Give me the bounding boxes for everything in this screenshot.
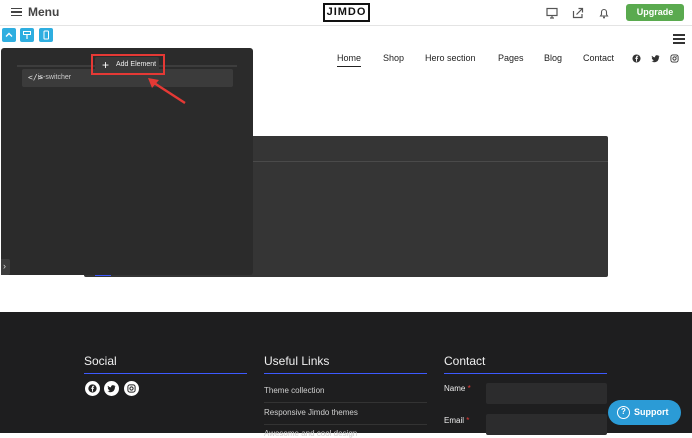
email-label: Email * bbox=[444, 416, 470, 425]
menu-label: Menu bbox=[28, 5, 60, 19]
highlight-box bbox=[91, 54, 165, 75]
support-button[interactable]: ? Support bbox=[608, 400, 681, 425]
footer-divider bbox=[84, 373, 247, 374]
mobile-icon bbox=[43, 30, 49, 40]
collapse-toolbar-button[interactable] bbox=[2, 28, 16, 42]
paint-roller-icon bbox=[23, 31, 31, 39]
site-footer: Social Useful Links Theme collection Res… bbox=[0, 312, 692, 438]
help-icon: ? bbox=[617, 406, 630, 419]
panel-expand-handle[interactable]: › bbox=[1, 259, 10, 275]
footer-twitter-icon[interactable] bbox=[104, 381, 119, 396]
footer-link-theme-collection[interactable]: Theme collection bbox=[264, 386, 324, 395]
upgrade-button[interactable]: Upgrade bbox=[626, 4, 684, 21]
nav-contact[interactable]: Contact bbox=[583, 53, 614, 63]
link-separator bbox=[264, 424, 427, 425]
menu-button[interactable]: Menu bbox=[11, 5, 59, 19]
nav-blog[interactable]: Blog bbox=[544, 53, 562, 63]
support-label: Support bbox=[634, 407, 669, 417]
link-separator bbox=[264, 402, 427, 403]
nav-pages[interactable]: Pages bbox=[498, 53, 524, 63]
footer-social-heading: Social bbox=[84, 354, 117, 368]
element-panel: </> is-switcher + Add Element › bbox=[1, 48, 253, 275]
footer-links-heading: Useful Links bbox=[264, 354, 330, 368]
mobile-view-button[interactable] bbox=[39, 28, 53, 42]
jimdo-logo[interactable]: JIMDO bbox=[323, 3, 370, 22]
name-label: Name * bbox=[444, 384, 471, 393]
nav-shop[interactable]: Shop bbox=[383, 53, 404, 63]
footer-contact-heading: Contact bbox=[444, 354, 486, 368]
instagram-icon[interactable] bbox=[670, 54, 679, 63]
nav-hero-section[interactable]: Hero section bbox=[425, 53, 476, 63]
element-name: is-switcher bbox=[38, 74, 72, 81]
facebook-icon[interactable] bbox=[632, 54, 641, 63]
footer-instagram-icon[interactable] bbox=[124, 381, 139, 396]
chevron-right-icon: › bbox=[3, 261, 6, 271]
hamburger-icon bbox=[11, 7, 22, 17]
bell-icon[interactable] bbox=[598, 7, 610, 19]
footer-facebook-icon[interactable] bbox=[85, 381, 100, 396]
nav-home[interactable]: Home bbox=[337, 53, 362, 67]
footer-divider bbox=[444, 373, 607, 374]
footer-divider bbox=[264, 373, 427, 374]
design-mode-button[interactable] bbox=[20, 28, 34, 42]
footer-link-responsive-themes[interactable]: Responsive Jimdo themes bbox=[264, 408, 358, 417]
site-hamburger-icon[interactable] bbox=[673, 34, 685, 44]
name-field[interactable] bbox=[486, 383, 607, 404]
twitter-icon[interactable] bbox=[651, 54, 660, 63]
desktop-preview-icon[interactable] bbox=[546, 7, 558, 19]
chevron-up-icon bbox=[5, 32, 13, 37]
annotation-arrow-icon bbox=[148, 78, 186, 105]
editor-topbar: Menu JIMDO Upgrade bbox=[0, 0, 692, 26]
footer-link-awesome-design[interactable]: Awesome and cool design bbox=[264, 429, 357, 438]
share-icon[interactable] bbox=[572, 7, 584, 19]
email-field[interactable] bbox=[486, 414, 607, 435]
